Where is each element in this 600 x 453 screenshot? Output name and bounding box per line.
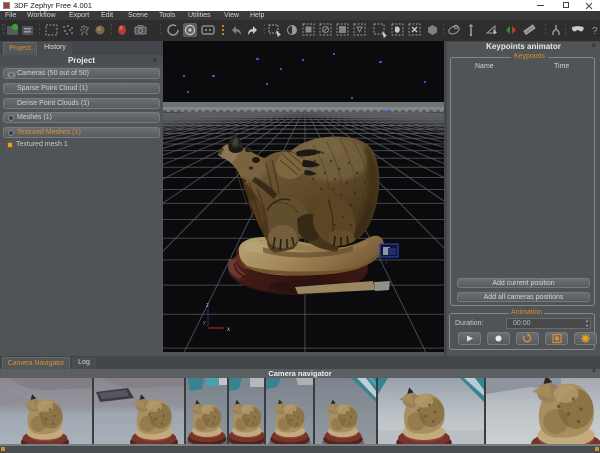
svg-text:z: z xyxy=(206,303,209,309)
svg-text:x: x xyxy=(227,327,230,333)
svg-text:y: y xyxy=(203,320,206,326)
svg-text:?: ? xyxy=(592,26,598,37)
